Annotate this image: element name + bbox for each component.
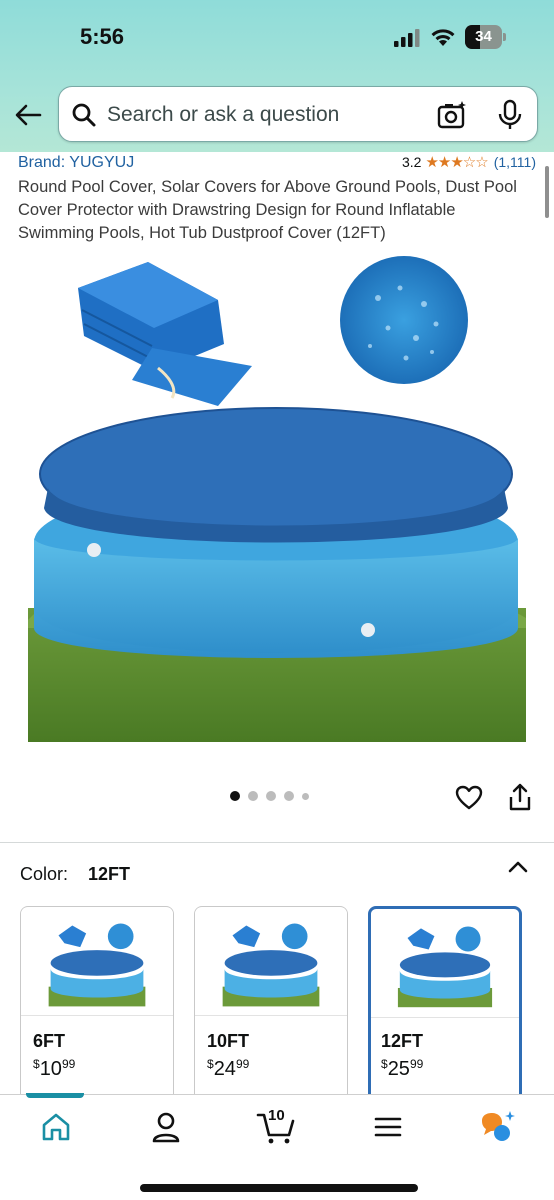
color-option-6ft[interactable]: 6FT $1099 (20, 906, 174, 1106)
search-bar[interactable]: Search or ask a question (58, 86, 538, 142)
option-name: 6FT (33, 1031, 66, 1051)
home-indicator (140, 1184, 418, 1192)
rating-count[interactable]: (1,111) (494, 154, 536, 170)
camera-search-icon[interactable] (437, 100, 467, 130)
share-icon[interactable] (507, 782, 533, 812)
carousel-dot[interactable] (284, 791, 294, 801)
menu-icon[interactable] (368, 1109, 408, 1145)
option-thumbnail (371, 911, 519, 1015)
microphone-icon[interactable] (497, 99, 523, 131)
carousel-dot[interactable] (302, 792, 309, 800)
option-price: $1099 (33, 1057, 76, 1080)
wishlist-heart-icon[interactable] (455, 784, 483, 812)
selected-color: 12FT (88, 864, 131, 884)
option-price: $2499 (207, 1057, 250, 1080)
option-name: 10FT (207, 1031, 250, 1051)
option-thumbnail (21, 907, 173, 1015)
color-option-12ft[interactable]: 12FT $2599 (368, 906, 522, 1106)
search-input[interactable]: Search or ask a question (107, 103, 339, 127)
color-label: Color: (20, 864, 69, 884)
battery-level: 34 (475, 28, 492, 45)
home-icon[interactable] (36, 1109, 76, 1145)
image-carousel-dots[interactable] (230, 791, 309, 801)
option-price: $2599 (381, 1057, 424, 1080)
app-header: 5:56 34 Search or ask a question (0, 0, 554, 152)
brand-link[interactable]: Brand: YUGYUJ (18, 154, 134, 172)
wifi-icon (431, 29, 455, 46)
battery-indicator: 34 (465, 25, 507, 49)
cellular-signal-icon (394, 29, 420, 47)
product-image[interactable] (28, 248, 526, 742)
bottom-navigation: 10 (0, 1093, 554, 1200)
scrollbar[interactable] (545, 166, 549, 218)
back-arrow-icon (15, 104, 42, 126)
chevron-up-icon[interactable] (505, 856, 531, 878)
cart-count: 10 (268, 1107, 285, 1124)
rating-value: 3.2 (402, 154, 422, 170)
product-title: Round Pool Cover, Solar Covers for Above… (18, 178, 517, 242)
rufus-icon[interactable] (478, 1109, 518, 1145)
carousel-dot[interactable] (230, 791, 240, 801)
back-button[interactable] (12, 100, 44, 130)
account-icon[interactable] (146, 1109, 186, 1145)
section-divider (0, 842, 554, 843)
active-tab-indicator (26, 1093, 84, 1098)
cart-button[interactable]: 10 (256, 1107, 300, 1145)
carousel-dot[interactable] (266, 791, 276, 801)
color-option-10ft[interactable]: 10FT $2499 (194, 906, 348, 1106)
star-rating-icon: ★★★☆☆ (425, 154, 488, 171)
status-time: 5:56 (80, 24, 125, 49)
option-name: 12FT (381, 1031, 424, 1051)
option-thumbnail (195, 907, 347, 1015)
search-icon (72, 103, 96, 127)
rating-summary[interactable]: 3.2 ★★★☆☆ (1,111) (402, 153, 536, 171)
carousel-dot[interactable] (248, 791, 258, 801)
